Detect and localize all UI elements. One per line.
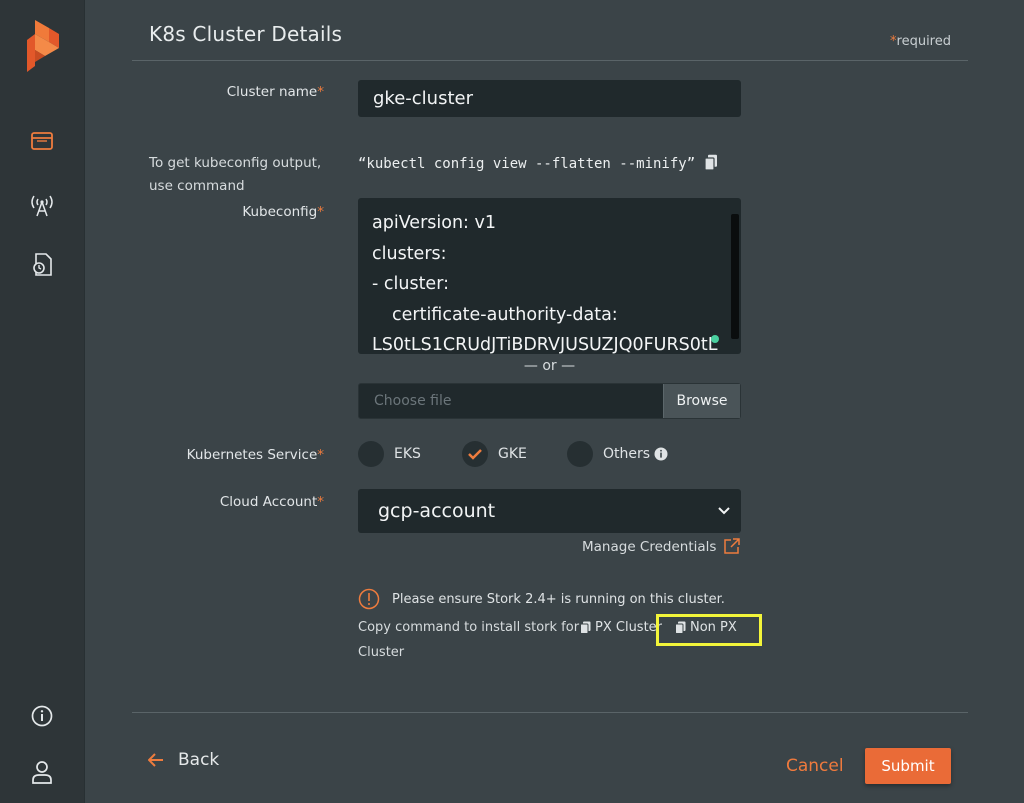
logo-icon [27,20,59,72]
kubeconfig-textarea[interactable]: apiVersion: v1 clusters: - cluster: cert… [358,198,741,354]
kubeconfig-command: “kubectl config view --flatten --minify” [358,156,696,172]
copy-px-cluster-link[interactable]: PX Cluster [580,620,662,635]
copy-icon[interactable] [704,154,718,171]
stork-notice: Please ensure Stork 2.4+ is running on t… [358,588,725,610]
radio-eks[interactable]: EKS [358,441,421,467]
cluster-text: Cluster [358,645,405,660]
external-link-icon[interactable] [723,537,741,555]
cloud-account-value: gcp-account [378,500,496,522]
textarea-scrollbar[interactable] [731,214,739,339]
file-placeholder: Choose file [374,393,452,409]
cluster-name-label: Cluster name* [226,84,324,100]
submit-button[interactable]: Submit [865,748,951,784]
cloud-account-label: Cloud Account* [219,494,324,510]
radio-circle [462,441,488,467]
user-icon[interactable] [28,758,56,786]
radio-gke[interactable]: GKE [462,441,527,467]
checkmark-icon [468,449,482,460]
cancel-button[interactable]: Cancel [786,756,844,776]
main-panel: K8s Cluster Details *required Cluster na… [86,0,1024,803]
kubeconfig-label: Kubeconfig* [242,204,324,220]
kubeconfig-line: LS0tLS1CRUdJTiBDRVJUSUZJQ0FURS0tL [372,335,718,354]
info-icon[interactable] [28,702,56,730]
highlight-box [656,614,762,646]
required-note: *required [890,34,951,49]
kubeconfig-hint: To get kubeconfig output, use command [149,155,322,194]
sidebar [0,0,85,803]
manage-credentials-link[interactable]: Manage Credentials [582,539,716,555]
clusters-icon[interactable] [28,127,56,155]
info-icon[interactable] [654,447,668,461]
status-dot [711,335,719,343]
cluster-name-input[interactable]: gke-cluster [358,80,741,117]
radio-others[interactable]: Others [567,441,668,467]
arrow-left-icon [148,753,163,767]
warning-info-icon [358,588,380,610]
copy-icon [580,621,591,634]
radio-circle [358,441,384,467]
browse-button[interactable]: Browse [663,384,740,418]
copy-command-text: Copy command to install stork for: [358,620,584,635]
antenna-icon[interactable] [28,191,56,219]
kubeconfig-line: clusters: [372,243,447,264]
chevron-down-icon [718,507,730,515]
cloud-account-select[interactable]: gcp-account [358,489,741,533]
kubeconfig-line: apiVersion: v1 [372,213,496,233]
file-input[interactable]: Choose file Browse [358,383,741,419]
kubeconfig-line: certificate-authority-data: [392,304,618,325]
kubeconfig-line: - cluster: [372,274,449,294]
footer-divider [132,712,968,713]
page-title: K8s Cluster Details [149,22,343,46]
radio-circle [567,441,593,467]
header-divider [132,60,968,61]
kubernetes-service-label: Kubernetes Service* [186,447,324,463]
or-separator: — or — [523,358,576,374]
back-button[interactable]: Back [148,750,219,770]
backup-icon[interactable] [28,251,56,279]
